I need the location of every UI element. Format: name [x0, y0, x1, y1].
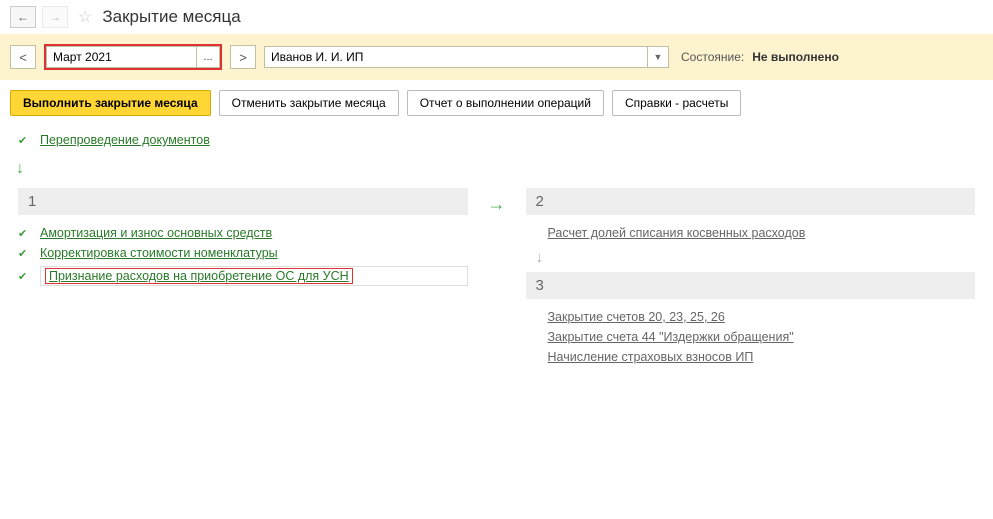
- usn-expenses-highlight: Признание расходов на приобретение ОС дл…: [45, 268, 353, 284]
- cancel-button[interactable]: Отменить закрытие месяца: [219, 90, 399, 116]
- usn-expenses-row: Признание расходов на приобретение ОС дл…: [40, 266, 468, 286]
- state-label: Состояние:: [681, 50, 744, 64]
- column-2-header: 2: [526, 188, 976, 215]
- column-1-header: 1: [18, 188, 468, 215]
- period-select-button[interactable]: ...: [196, 46, 220, 68]
- check-icon: ✔: [18, 270, 30, 283]
- usn-expenses-link[interactable]: Признание расходов на приобретение ОС дл…: [49, 269, 349, 283]
- organization-dropdown-button[interactable]: ▼: [647, 46, 669, 68]
- favorite-star-icon[interactable]: ☆: [78, 7, 92, 27]
- reconduct-documents-link[interactable]: Перепроведение документов: [40, 133, 210, 147]
- insurance-contributions-link[interactable]: Начисление страховых взносов ИП: [548, 350, 754, 364]
- cost-correction-link[interactable]: Корректировка стоимости номенклатуры: [40, 246, 278, 260]
- nav-forward-button[interactable]: →: [42, 6, 68, 28]
- column-1: 1 ✔ Амортизация и износ основных средств…: [18, 188, 468, 289]
- flow-arrow-down-gray-icon: ↓: [526, 243, 976, 272]
- period-input[interactable]: [46, 46, 196, 68]
- period-input-highlight: ...: [44, 44, 222, 70]
- nav-back-button[interactable]: ←: [10, 6, 36, 28]
- period-prev-button[interactable]: <: [10, 45, 36, 69]
- state-value: Не выполнено: [752, 50, 839, 64]
- check-icon: ✔: [18, 134, 30, 147]
- amortization-link[interactable]: Амортизация и износ основных средств: [40, 226, 272, 240]
- organization-input[interactable]: [264, 46, 647, 68]
- check-icon: ✔: [18, 227, 30, 240]
- close-accounts-20-link[interactable]: Закрытие счетов 20, 23, 25, 26: [548, 310, 725, 324]
- check-icon: ✔: [18, 247, 30, 260]
- references-button[interactable]: Справки - расчеты: [612, 90, 741, 116]
- close-account-44-link[interactable]: Закрытие счета 44 "Издержки обращения": [548, 330, 794, 344]
- indirect-costs-link[interactable]: Расчет долей списания косвенных расходов: [548, 226, 806, 240]
- period-next-button[interactable]: >: [230, 45, 256, 69]
- page-title: Закрытие месяца: [102, 7, 240, 27]
- column-2-3: 2 Расчет долей списания косвенных расход…: [526, 188, 976, 367]
- report-button[interactable]: Отчет о выполнении операций: [407, 90, 604, 116]
- execute-button[interactable]: Выполнить закрытие месяца: [10, 90, 211, 116]
- flow-arrow-down-icon: ↓: [0, 154, 993, 184]
- flow-arrow-right-icon: →: [488, 188, 506, 215]
- column-3-header: 3: [526, 272, 976, 299]
